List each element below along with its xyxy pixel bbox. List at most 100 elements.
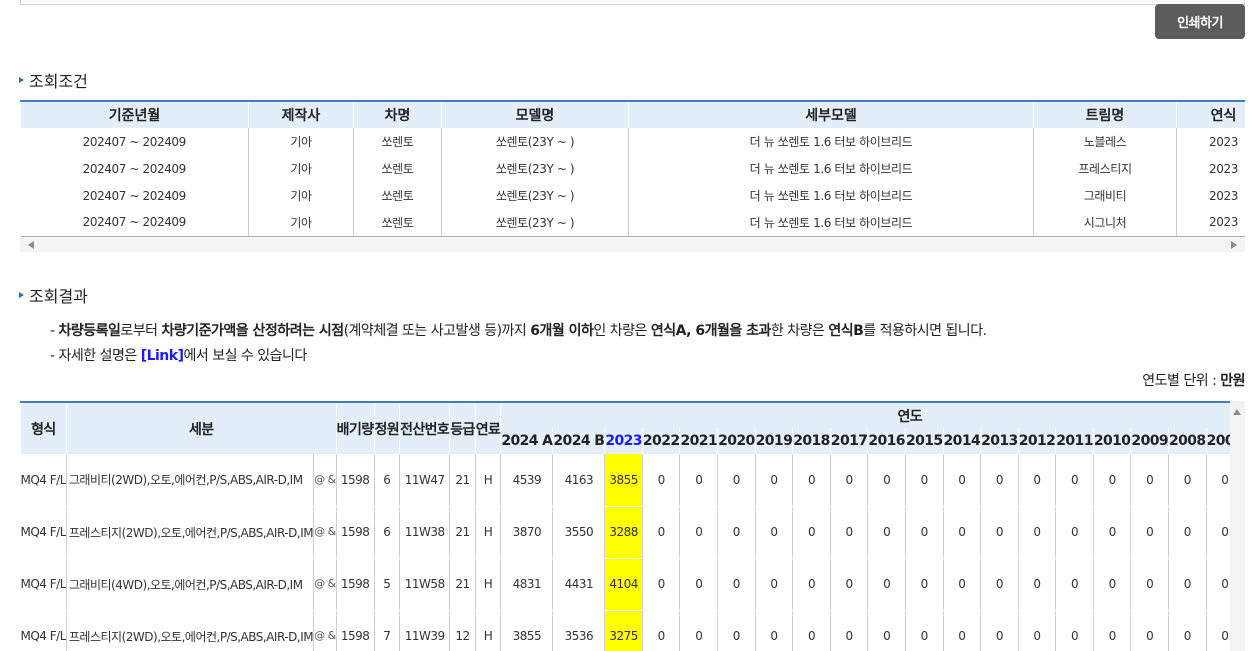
previous-section-border (20, 0, 1245, 5)
header-displacement: 배기량 (335, 402, 375, 454)
header-detail: 세분 (65, 402, 337, 454)
price-cell: 0 (792, 558, 831, 611)
results-table-container: 형식 세분 배기량 정원 전산번호 등급 연료 연도 2024 A 2024 B2… (20, 401, 1230, 651)
price-cell: 0 (1093, 610, 1132, 651)
condition-row: 202407 ~ 202409 기아 쏘렌토 쏘렌토(23Y ~ ) 더 뉴 쏘렌토 1… (20, 128, 1245, 155)
price-cell: 0 (905, 610, 944, 651)
price-cell: 3870 (500, 506, 554, 559)
condition-cell: 202407 ~ 202409 (20, 155, 249, 182)
price-cell: 0 (980, 506, 1019, 559)
detail-link[interactable]: [Link] (141, 348, 184, 364)
header-year: 2019 (754, 428, 794, 454)
seats-cell: 5 (374, 558, 401, 611)
scroll-right-arrow-icon[interactable] (1231, 241, 1237, 249)
price-cell: 4831 (500, 558, 554, 611)
header-trim: 트림명 (1033, 101, 1177, 128)
header-model-name: 모델명 (441, 101, 629, 128)
condition-cell: 쏘렌토(23Y ~ ) (441, 182, 629, 209)
price-cell: 4104 (604, 558, 643, 611)
scroll-left-arrow-icon[interactable] (28, 241, 34, 249)
price-cell: 3536 (552, 610, 606, 651)
price-cell: 3288 (604, 506, 643, 559)
price-cell: 0 (679, 454, 719, 507)
header-year: 2022 (641, 428, 681, 454)
condition-cell: 쏘렌토 (353, 155, 442, 182)
header-year: 2009 (1130, 428, 1169, 454)
results-table: 형식 세분 배기량 정원 전산번호 등급 연료 연도 2024 A 2024 B2… (20, 401, 1230, 651)
price-cell: 0 (1168, 610, 1207, 651)
displacement-cell: 1598 (336, 506, 375, 559)
header-year: 2023 (604, 428, 643, 454)
condition-cell: 2023 (1176, 155, 1245, 182)
price-cell: 0 (980, 610, 1019, 651)
price-cell: 0 (792, 610, 831, 651)
price-cell: 0 (943, 506, 982, 559)
type-cell: MQ4 F/L (20, 610, 67, 651)
condition-cell: 202407 ~ 202409 (20, 128, 249, 155)
price-cell: 0 (679, 506, 719, 559)
condition-cell: 쏘렌토(23Y ~ ) (441, 128, 629, 155)
header-year: 2008 (1168, 428, 1207, 454)
price-cell: 0 (642, 558, 681, 611)
price-cell: 0 (1018, 506, 1057, 559)
condition-cell: 202407 ~ 202409 (20, 209, 249, 237)
price-cell: 0 (755, 558, 794, 611)
type-cell: MQ4 F/L (20, 506, 67, 559)
price-cell: 0 (717, 506, 756, 559)
result-row: MQ4 F/L 그래비티(4WD),오토,에어컨,P/S,ABS,AIR-D,IM… (20, 558, 1230, 611)
condition-cell: 기아 (248, 209, 354, 237)
header-year: 2007 (1205, 428, 1230, 454)
price-cell: 0 (830, 454, 869, 507)
search-conditions-title-text: 조회조건 (29, 72, 88, 91)
price-cell: 0 (1168, 454, 1207, 507)
header-year: 2021 (679, 428, 719, 454)
price-cell: 0 (1130, 454, 1169, 507)
search-results-title-text: 조회결과 (29, 287, 88, 306)
displacement-cell: 1598 (336, 558, 375, 611)
option-symbol-cell: @ & (313, 506, 337, 559)
header-year-group: 연도 (500, 402, 1230, 428)
price-cell: 0 (679, 558, 719, 611)
grade-cell: 21 (449, 558, 476, 611)
condition-cell: 더 뉴 쏘렌토 1.6 터보 하이브리드 (628, 209, 1034, 237)
price-cell: 0 (1168, 506, 1207, 559)
header-year: 2010 (1092, 428, 1132, 454)
condition-cell: 쏘렌토(23Y ~ ) (441, 155, 629, 182)
price-cell: 0 (830, 506, 869, 559)
condition-cell: 기아 (248, 128, 354, 155)
horizontal-scrollbar[interactable] (20, 238, 1245, 252)
price-cell: 0 (905, 558, 944, 611)
price-cell: 0 (717, 454, 756, 507)
condition-cell: 쏘렌토 (353, 128, 442, 155)
price-cell: 3855 (604, 454, 643, 507)
price-cell: 0 (1206, 454, 1230, 507)
header-year: 2024 A (500, 428, 554, 454)
price-cell: 4431 (552, 558, 606, 611)
price-cell: 0 (1168, 558, 1207, 611)
scroll-up-arrow-icon[interactable] (1233, 409, 1241, 415)
price-cell: 0 (792, 454, 831, 507)
price-cell: 0 (717, 558, 756, 611)
header-base-month: 기준년월 (20, 101, 249, 128)
price-cell: 0 (1206, 610, 1230, 651)
print-button[interactable]: 인쇄하기 (1155, 4, 1245, 39)
price-cell: 0 (1055, 558, 1094, 611)
condition-row: 202407 ~ 202409 기아 쏘렌토 쏘렌토(23Y ~ ) 더 뉴 쏘렌토 1… (20, 182, 1245, 209)
condition-cell: 프레스티지 (1033, 155, 1177, 182)
code-cell: 11W39 (399, 610, 451, 651)
displacement-cell: 1598 (336, 454, 375, 507)
type-cell: MQ4 F/L (20, 454, 67, 507)
condition-cell: 쏘렌토 (353, 182, 442, 209)
header-car-name: 차명 (353, 101, 442, 128)
vertical-scrollbar[interactable] (1230, 401, 1245, 651)
code-cell: 11W47 (399, 454, 451, 507)
search-conditions-title: 조회조건 (19, 68, 88, 92)
condition-cell: 더 뉴 쏘렌토 1.6 터보 하이브리드 (628, 128, 1034, 155)
price-cell: 0 (642, 506, 681, 559)
condition-cell: 쏘렌토 (353, 209, 442, 237)
price-cell: 0 (1055, 506, 1094, 559)
displacement-cell: 1598 (336, 610, 375, 651)
price-cell: 0 (1093, 558, 1132, 611)
result-row: MQ4 F/L 그래비티(2WD),오토,에어컨,P/S,ABS,AIR-D,IM… (20, 454, 1230, 507)
header-year: 2017 (829, 428, 869, 454)
